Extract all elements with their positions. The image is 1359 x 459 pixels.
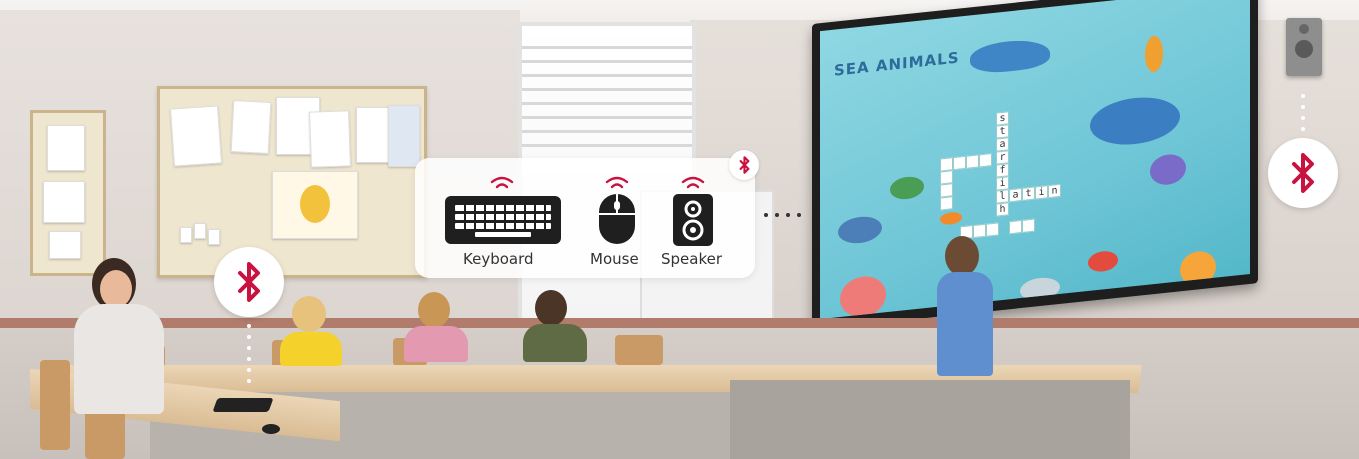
wireless-signal-icon (681, 176, 705, 189)
bluetooth-badge-keyboard (214, 247, 284, 317)
crab (1088, 249, 1118, 273)
mouse-label: Mouse (590, 250, 639, 268)
student-boy-green (523, 290, 593, 362)
chair (40, 360, 70, 450)
octopus (840, 274, 886, 320)
bluetooth-badge-speaker (1268, 138, 1338, 208)
speaker-icon (673, 194, 713, 246)
wall-speaker (1286, 18, 1322, 76)
keyboard-label: Keyboard (463, 250, 534, 268)
bulletin-board (157, 86, 427, 278)
screen-title: SEA ANIMALS (834, 48, 960, 80)
stingray (838, 214, 882, 246)
student-boy-yellow (280, 296, 350, 366)
fish (940, 211, 962, 226)
crossword-cell: h (996, 202, 1009, 217)
card-bluetooth-badge (729, 150, 759, 180)
crossword-cell: l (996, 189, 1009, 204)
starfish (1180, 249, 1216, 288)
desk-mouse (262, 424, 280, 434)
student-at-board (935, 236, 1015, 376)
wireless-signal-icon (490, 176, 514, 189)
student-girl (404, 292, 484, 362)
keyboard-icon (445, 196, 561, 244)
keyboard-device (445, 174, 561, 244)
mouse-icon (599, 194, 635, 244)
connection-dots-keyboard (247, 324, 251, 390)
crossword-cell: n (1048, 183, 1061, 199)
teacher (70, 258, 180, 418)
display-screen: SEA ANIMALS s t a r f i s h l a t i n (820, 0, 1250, 320)
crossword-cell: a (1009, 187, 1022, 203)
desk-keyboard (212, 398, 274, 412)
connection-dots-display (764, 213, 801, 217)
wall-trim (0, 318, 1359, 328)
bluetooth-icon (238, 262, 260, 302)
wireless-signal-icon (605, 176, 629, 189)
mouse-device (599, 174, 635, 246)
jellyfish (1150, 152, 1186, 187)
dolphin (970, 36, 1050, 76)
classroom-scene: SEA ANIMALS s t a r f i s h l a t i n (0, 0, 1359, 459)
bluetooth-icon (739, 156, 749, 174)
turtle (890, 175, 924, 201)
crossword-cell: i (1035, 185, 1048, 200)
connection-dots-speaker (1301, 94, 1305, 138)
whale (1090, 93, 1180, 149)
bluetooth-devices-card: Keyboard Mouse Speaker (415, 158, 755, 278)
small-bulletin-board (30, 110, 106, 276)
seahorse (1145, 35, 1163, 74)
crossword-cell: t (1022, 186, 1035, 201)
speaker-device (673, 174, 713, 246)
chair (615, 335, 663, 365)
speaker-label: Speaker (661, 250, 723, 268)
table-front (730, 380, 1130, 459)
interactive-display: SEA ANIMALS s t a r f i s h l a t i n (812, 0, 1258, 331)
bluetooth-icon (1292, 153, 1314, 193)
seal (1020, 275, 1060, 303)
